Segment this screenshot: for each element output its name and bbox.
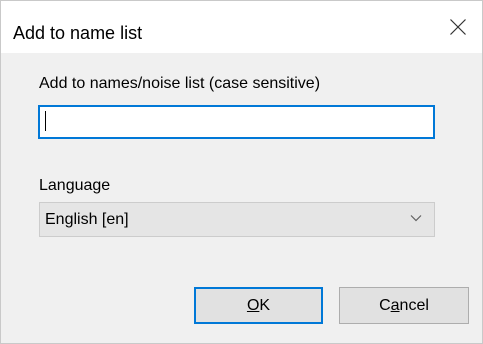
close-icon <box>449 18 467 36</box>
cancel-button-label: Cancel <box>379 296 429 314</box>
dialog-window: Add to name list Add to names/noise list… <box>0 0 483 344</box>
language-selected-value: English [en] <box>45 211 129 228</box>
name-input[interactable] <box>38 105 435 139</box>
dialog-title: Add to name list <box>13 23 143 43</box>
cancel-button[interactable]: Cancel <box>339 287 469 324</box>
chevron-down-icon <box>410 214 422 222</box>
title-bar: Add to name list <box>1 1 482 53</box>
ok-button[interactable]: OK <box>194 287 323 324</box>
language-label: Language <box>39 177 111 194</box>
name-field-label: Add to names/noise list (case sensitive) <box>39 75 321 92</box>
close-button[interactable] <box>434 1 482 53</box>
text-caret <box>45 111 46 131</box>
language-select[interactable]: English [en] <box>39 202 435 237</box>
ok-button-label: OK <box>246 296 271 314</box>
